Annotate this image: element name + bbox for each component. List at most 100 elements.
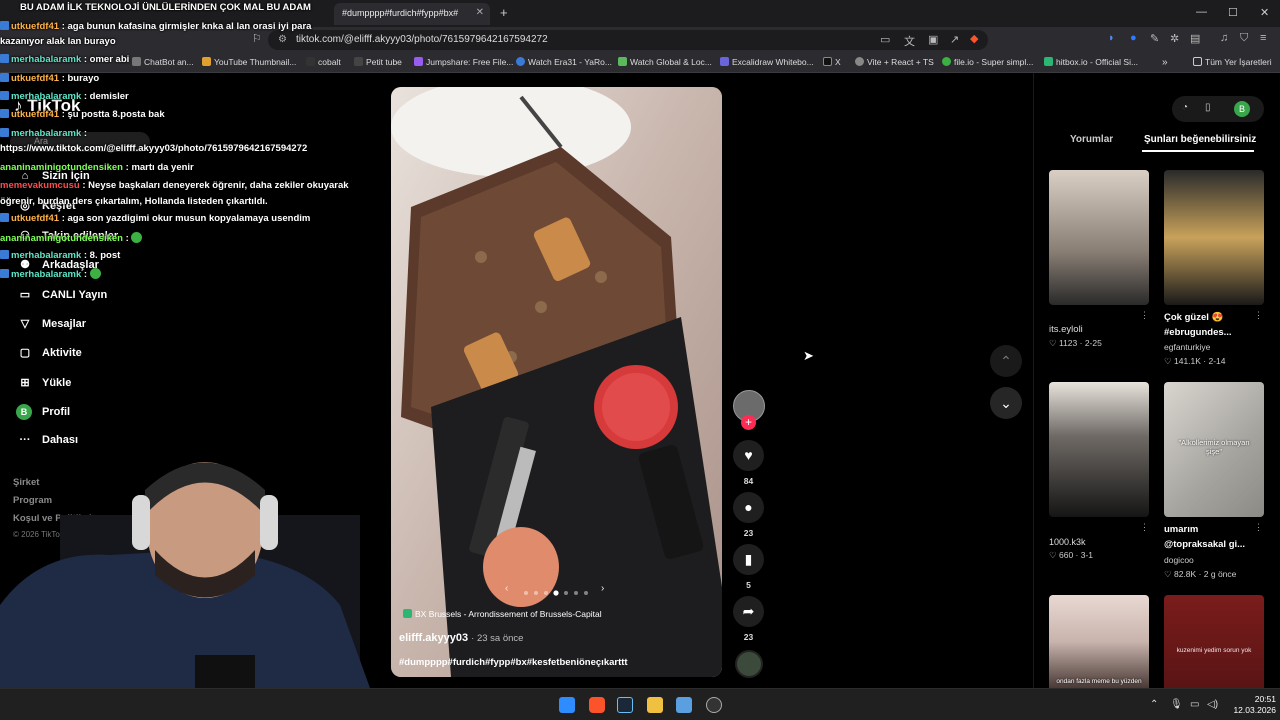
next-post-button[interactable]: ⌄ [990, 387, 1022, 419]
bookmark-favicon [618, 57, 627, 66]
recommended-thumb[interactable] [1049, 382, 1149, 517]
bookmark-item[interactable]: Watch Era31 - YaRo... [516, 57, 612, 67]
network-icon[interactable]: ▭ [1190, 699, 1199, 710]
tray-chevron-up-icon[interactable]: ⌃ [1150, 699, 1158, 710]
heart-icon: ♥ [744, 447, 753, 463]
recommended-thumb[interactable]: "Alkollerimiz olmayan şişe" [1164, 382, 1264, 517]
carousel-dot[interactable] [524, 591, 528, 595]
microphone-icon[interactable]: 🎙 [1170, 699, 1183, 710]
location-badge[interactable]: BX Brussels - Arrondissement of Brussels… [403, 609, 602, 623]
translate-icon[interactable]: 文 [904, 33, 915, 49]
sidebar-icon[interactable]: ▤ [1190, 32, 1200, 45]
location-icon [403, 609, 412, 618]
menu-icon[interactable]: ≡ [1260, 32, 1266, 44]
recommended-title-line2[interactable]: @topraksakal gi... [1164, 539, 1245, 550]
nav-profile[interactable]: B Profil [16, 404, 70, 422]
tab-comments[interactable]: Yorumlar [1070, 134, 1113, 145]
recommended-thumb[interactable]: kuzenimi yedim sorun yok [1164, 595, 1264, 688]
obs-icon[interactable] [706, 697, 722, 713]
carousel-prev-icon[interactable]: ‹ [505, 583, 508, 594]
extensions-icon[interactable]: ✲ [1170, 32, 1179, 45]
carousel-dot[interactable] [574, 591, 578, 595]
share-button[interactable]: ➦ [733, 596, 764, 627]
bookmark-item[interactable]: Watch Global & Loc... [618, 57, 712, 67]
volume-icon[interactable]: ◁) [1207, 699, 1218, 710]
follow-button[interactable]: + [741, 415, 756, 430]
bookmark-item[interactable]: Vite + React + TS [855, 57, 934, 67]
music-disc-icon[interactable] [735, 650, 763, 678]
steam-icon[interactable] [617, 697, 633, 713]
bookmark-item[interactable]: file.io - Super simpl... [942, 57, 1033, 67]
panel-profile-avatar[interactable]: B [1234, 101, 1250, 117]
extension-icon-3[interactable]: ✎ [1150, 32, 1159, 45]
cast-icon[interactable]: ▣ [928, 33, 938, 46]
nav-messages[interactable]: ▽ Mesajlar [16, 317, 86, 335]
vpn-icon[interactable]: ⛉ [1240, 32, 1248, 45]
recommended-thumb[interactable] [1164, 170, 1264, 305]
like-button[interactable]: ♥ [733, 440, 764, 471]
carousel-dot[interactable] [534, 591, 538, 595]
reader-icon[interactable]: ▭ [880, 33, 890, 46]
music-icon[interactable]: ♫ [1220, 32, 1228, 44]
file-explorer-icon[interactable] [647, 697, 663, 713]
app-icon[interactable] [676, 697, 692, 713]
carousel-dot[interactable] [564, 591, 568, 595]
nav-activity[interactable]: ▢ Aktivite [16, 346, 82, 364]
chevron-down-icon: ⌄ [1000, 395, 1012, 411]
system-clock[interactable]: 20:51 12.03.2026 [1226, 694, 1276, 716]
tab-you-may-like[interactable]: Şunları beğenebilirsiniz [1144, 134, 1256, 145]
carousel-dot[interactable] [584, 591, 588, 595]
bookmark-favicon [516, 57, 525, 66]
bookmark-item[interactable]: Petit tube [354, 57, 402, 67]
new-tab-icon[interactable]: + [500, 5, 508, 20]
bookmark-item[interactable]: X [823, 57, 841, 67]
chat-message: merhabalaramk : 8. post [0, 250, 120, 261]
nav-live[interactable]: ▭ CANLI Yayın [16, 288, 107, 306]
recommended-author[interactable]: egfanturkiye [1164, 342, 1210, 352]
chat-link[interactable]: https://www.tiktok.com/@elifff.akyyy03/p… [0, 143, 307, 154]
share-icon[interactable]: ↗ [950, 33, 959, 46]
device-icon[interactable]: ▯ [1205, 102, 1211, 113]
nav-more[interactable]: ··· Dahası [16, 434, 79, 452]
maximize-icon[interactable]: ☐ [1228, 6, 1238, 19]
more-options-icon[interactable]: ⋮ [1254, 522, 1263, 533]
more-icon: ··· [19, 434, 31, 446]
nav-upload[interactable]: ⊞ Yükle [16, 376, 71, 394]
recommended-title[interactable]: umarım [1164, 524, 1198, 535]
recommended-title[interactable]: its.eyloli [1049, 324, 1083, 335]
brave-browser-icon[interactable] [589, 697, 605, 713]
carousel-dot[interactable] [553, 590, 559, 596]
recommended-thumb[interactable]: ondan fazla meme bu yüzden [1049, 595, 1149, 688]
bookmark-item[interactable]: hitbox.io - Official Si... [1044, 57, 1138, 67]
more-options-icon[interactable]: ⋮ [1140, 310, 1149, 321]
post-author[interactable]: elifff.akyyy03 · 23 sa önce [399, 632, 523, 644]
recommended-title[interactable]: 1000.k3k [1049, 537, 1086, 547]
bookmark-item[interactable]: Excalidraw Whitebo... [720, 57, 814, 67]
thumb-overlay-text: "Alkollerimiz olmayan şişe" [1178, 438, 1250, 456]
bookmark-item[interactable]: Jumpshare: Free File... [414, 57, 513, 67]
bookmarks-overflow-icon[interactable]: » [1162, 57, 1168, 68]
brave-shield-icon[interactable]: ◆ [970, 32, 978, 45]
extension-icon-1[interactable]: ◗ [1108, 32, 1115, 44]
more-options-icon[interactable]: ⋮ [1254, 310, 1263, 321]
gauge-icon[interactable]: ◔ [1182, 102, 1188, 113]
comment-button[interactable]: ● [733, 492, 764, 523]
extension-icon-2[interactable]: ● [1130, 32, 1137, 44]
close-tab-icon[interactable]: ✕ [476, 7, 484, 18]
recommended-author[interactable]: dogicoo [1164, 555, 1194, 565]
more-options-icon[interactable]: ⋮ [1140, 522, 1149, 533]
recommended-title[interactable]: Çok güzel 😍 [1164, 312, 1223, 323]
carousel-next-icon[interactable]: › [601, 583, 604, 594]
recommended-title-line2[interactable]: #ebrugundes... [1164, 327, 1232, 338]
close-window-icon[interactable]: ✕ [1260, 6, 1269, 19]
previous-post-button[interactable]: ⌃ [990, 345, 1022, 377]
minimize-icon[interactable]: — [1196, 6, 1207, 18]
share-count: 23 [743, 632, 754, 642]
recommended-thumb[interactable] [1049, 170, 1149, 305]
save-button[interactable]: ▮ [733, 544, 764, 575]
windows-start-icon[interactable] [559, 697, 575, 713]
bookmarks-folder[interactable]: Tüm Yer İşaretleri [1193, 57, 1272, 67]
url-field[interactable]: ⚙ tiktok.com/@elifff.akyyy03/photo/76159… [268, 30, 988, 50]
carousel-dot[interactable] [544, 591, 548, 595]
chat-badge-icon [0, 269, 9, 278]
